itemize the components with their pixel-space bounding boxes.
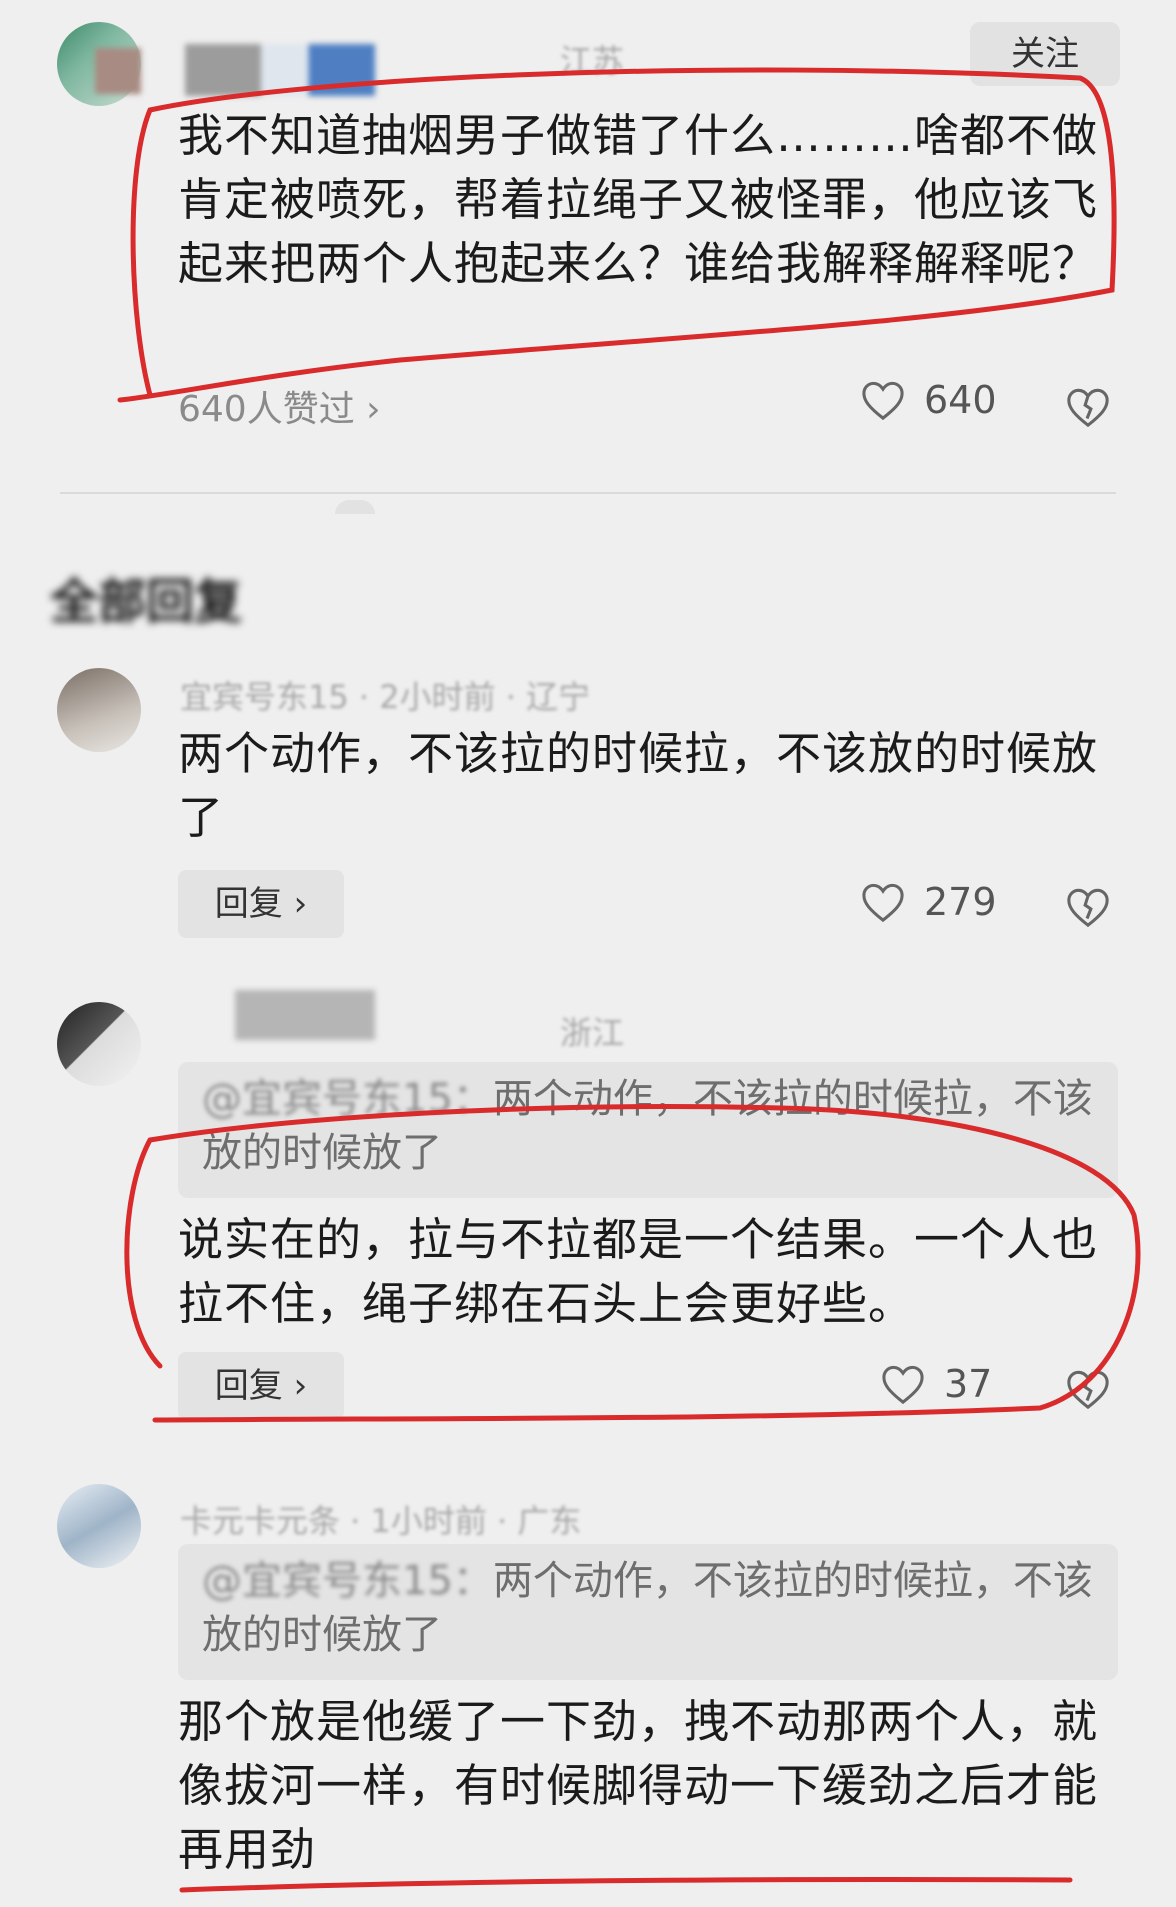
divider-handle xyxy=(335,500,375,514)
quoted-reply[interactable]: @宜宾号东15：两个动作，不该拉的时候拉，不该放的时候放了 xyxy=(178,1544,1118,1680)
like-button[interactable]: 37 xyxy=(880,1362,992,1406)
reply-text: 两个动作，不该拉的时候拉，不该放的时候放了 xyxy=(178,727,1099,844)
like-count: 37 xyxy=(944,1362,993,1406)
avatar[interactable] xyxy=(57,668,141,752)
heart-icon xyxy=(862,883,904,923)
username-blurred[interactable] xyxy=(235,990,375,1040)
section-title: 全部回复 xyxy=(50,574,243,630)
avatar-badge xyxy=(95,48,141,94)
dislike-heart-icon[interactable] xyxy=(1065,384,1111,430)
avatar[interactable] xyxy=(57,1002,141,1086)
dislike-heart-icon[interactable] xyxy=(1065,1366,1111,1412)
reply-button[interactable]: 回复 › xyxy=(178,1352,344,1420)
heart-icon xyxy=(862,381,904,421)
like-count: 640 xyxy=(924,378,997,422)
follow-button[interactable]: 关注 xyxy=(970,22,1120,86)
reply-text: 那个放是他缓了一下劲，拽不动那两个人，就像拔河一样，有时候脚得动一下缓劲之后才能… xyxy=(178,1695,1099,1876)
comment-location: 江苏 xyxy=(560,42,625,80)
reply-meta: 宜宾号东15 · 2小时前 · 辽宁 xyxy=(180,678,591,716)
quoted-user[interactable]: @宜宾号东15： xyxy=(202,1076,493,1122)
reply-text: 说实在的，拉与不拉都是一个结果。一个人也拉不住，绳子绑在石头上会更好些。 xyxy=(178,1213,1099,1330)
like-count: 279 xyxy=(924,880,997,924)
heart-icon xyxy=(882,1365,924,1405)
liked-by-link[interactable]: 640人赞过 › xyxy=(178,380,381,432)
reply-button[interactable]: 回复 › xyxy=(178,870,344,938)
reply-meta: 卡元卡元条 · 1小时前 · 广东 xyxy=(180,1502,582,1540)
comment-text: 我不知道抽烟男子做错了什么………啥都不做肯定被喷死，帮着拉绳子又被怪罪，他应该飞… xyxy=(178,109,1099,290)
dislike-heart-icon[interactable] xyxy=(1065,884,1111,930)
reply-meta: 浙江 xyxy=(560,1014,625,1052)
quoted-reply[interactable]: @宜宾号东15：两个动作，不该拉的时候拉，不该放的时候放了 xyxy=(178,1062,1118,1198)
avatar[interactable] xyxy=(57,1484,141,1568)
like-button[interactable]: 640 xyxy=(860,378,997,422)
divider xyxy=(60,492,1116,494)
like-button[interactable]: 279 xyxy=(860,880,997,924)
username-blurred[interactable] xyxy=(185,44,375,96)
quoted-user[interactable]: @宜宾号东15： xyxy=(202,1558,493,1604)
